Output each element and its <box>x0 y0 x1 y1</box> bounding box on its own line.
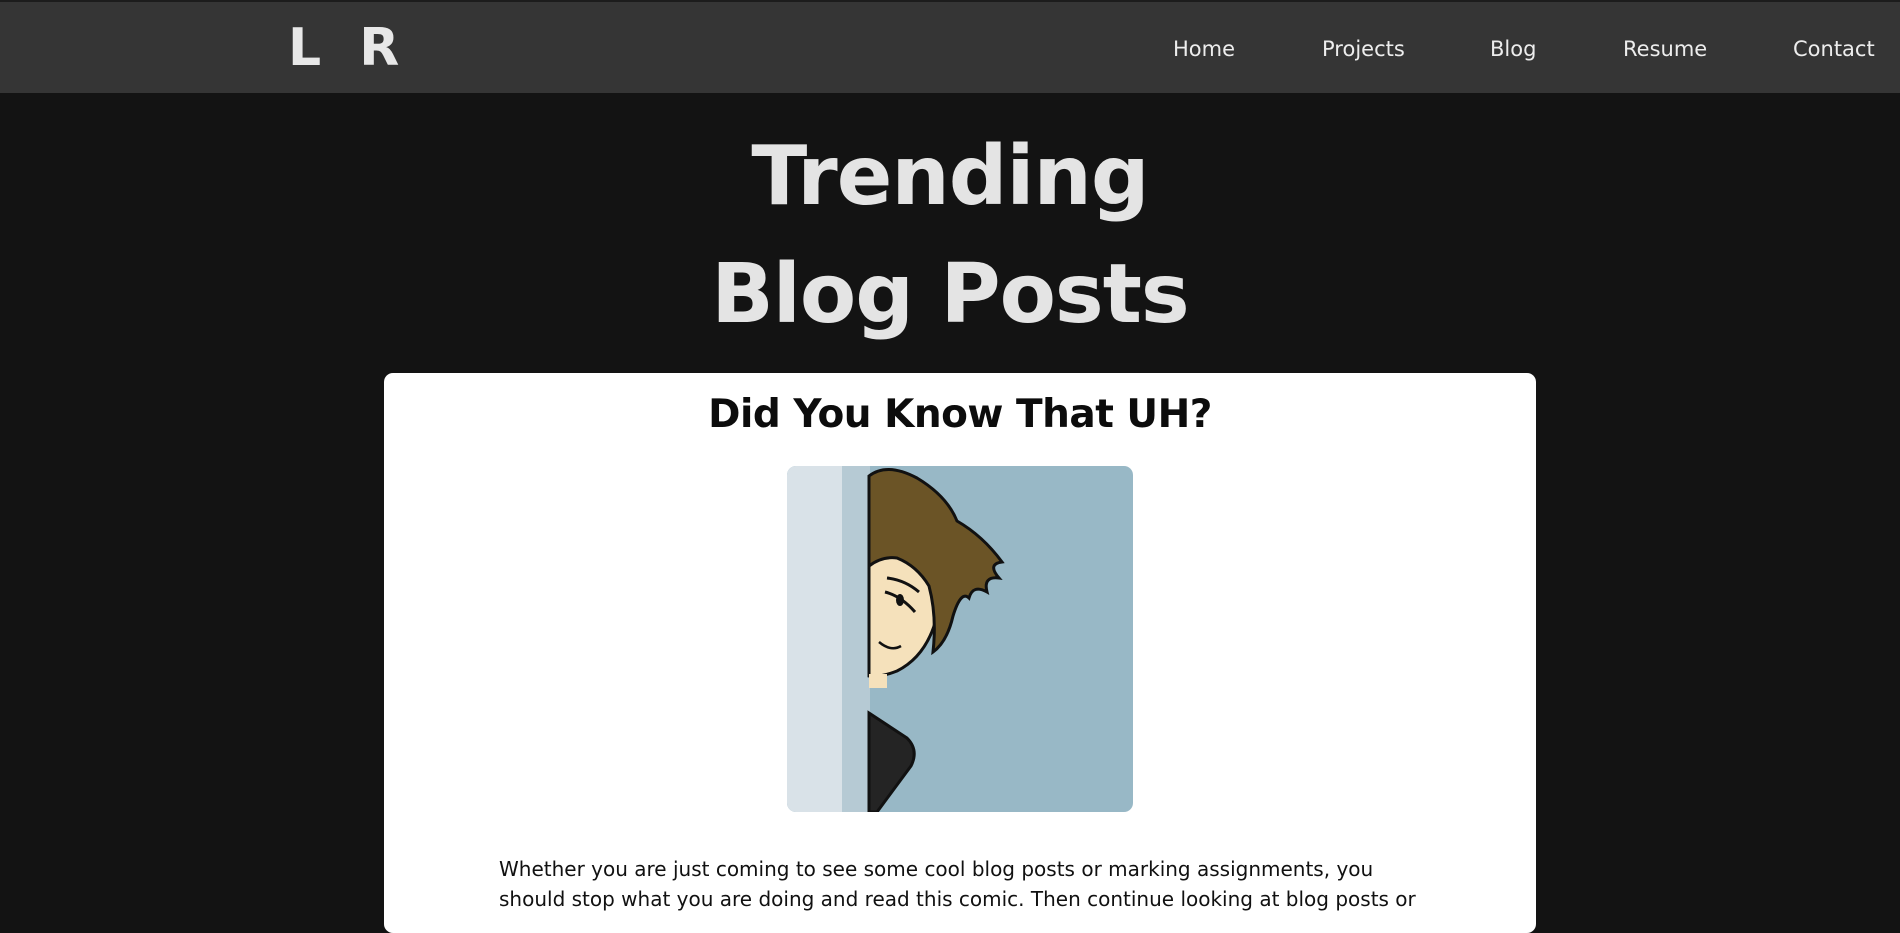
blog-post-excerpt: Whether you are just coming to see some … <box>499 857 1416 911</box>
nav-projects-link[interactable]: Projects <box>1322 36 1405 62</box>
nav-home-link[interactable]: Home <box>1173 36 1235 62</box>
nav-contact-link[interactable]: Contact <box>1793 36 1875 62</box>
page-title-line-2: Blog Posts <box>711 247 1189 342</box>
page-title-line-1: Trending <box>751 129 1149 224</box>
page-title: Trending Blog Posts <box>0 118 1900 354</box>
comic-peeking-character-icon[interactable] <box>787 466 1133 812</box>
site-logo[interactable]: L R <box>288 18 409 78</box>
nav-blog-link[interactable]: Blog <box>1490 36 1536 62</box>
nav-resume-link[interactable]: Resume <box>1623 36 1707 62</box>
blog-post-card[interactable]: Did You Know That UH? Whether you are ju… <box>384 373 1536 933</box>
navbar: L R Home Projects Blog Resume Contact <box>0 2 1900 93</box>
blog-post-title[interactable]: Did You Know That UH? <box>384 387 1536 443</box>
